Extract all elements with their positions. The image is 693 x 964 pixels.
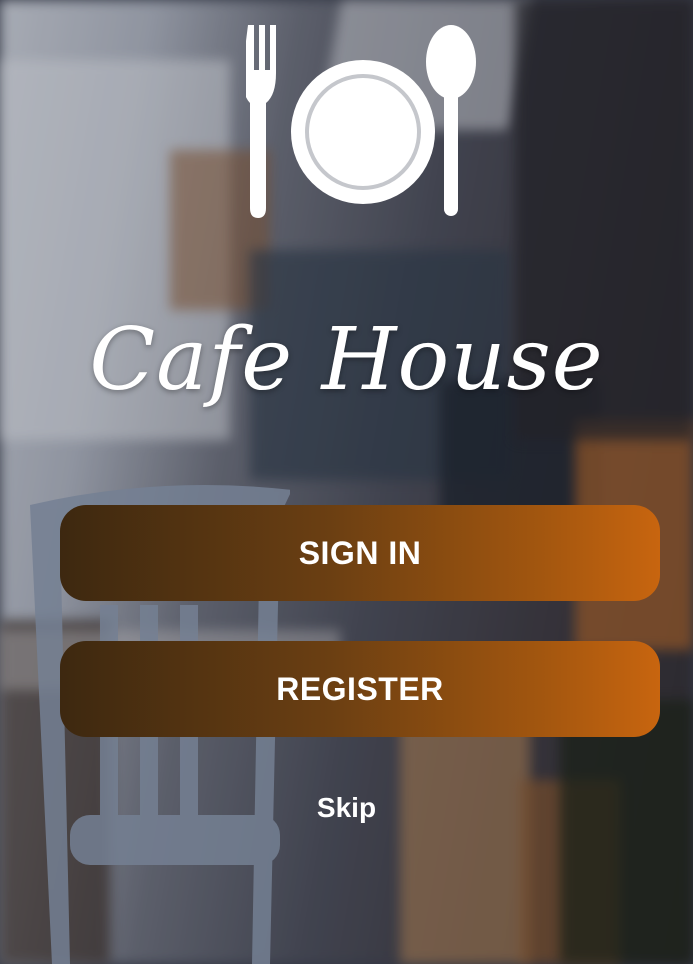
skip-link[interactable]: Skip [0,792,693,824]
fork-plate-spoon-icon [246,25,476,218]
app-title: Cafe House [89,310,604,410]
sign-in-button[interactable]: SIGN IN [60,505,660,601]
register-button[interactable]: REGISTER [60,641,660,737]
